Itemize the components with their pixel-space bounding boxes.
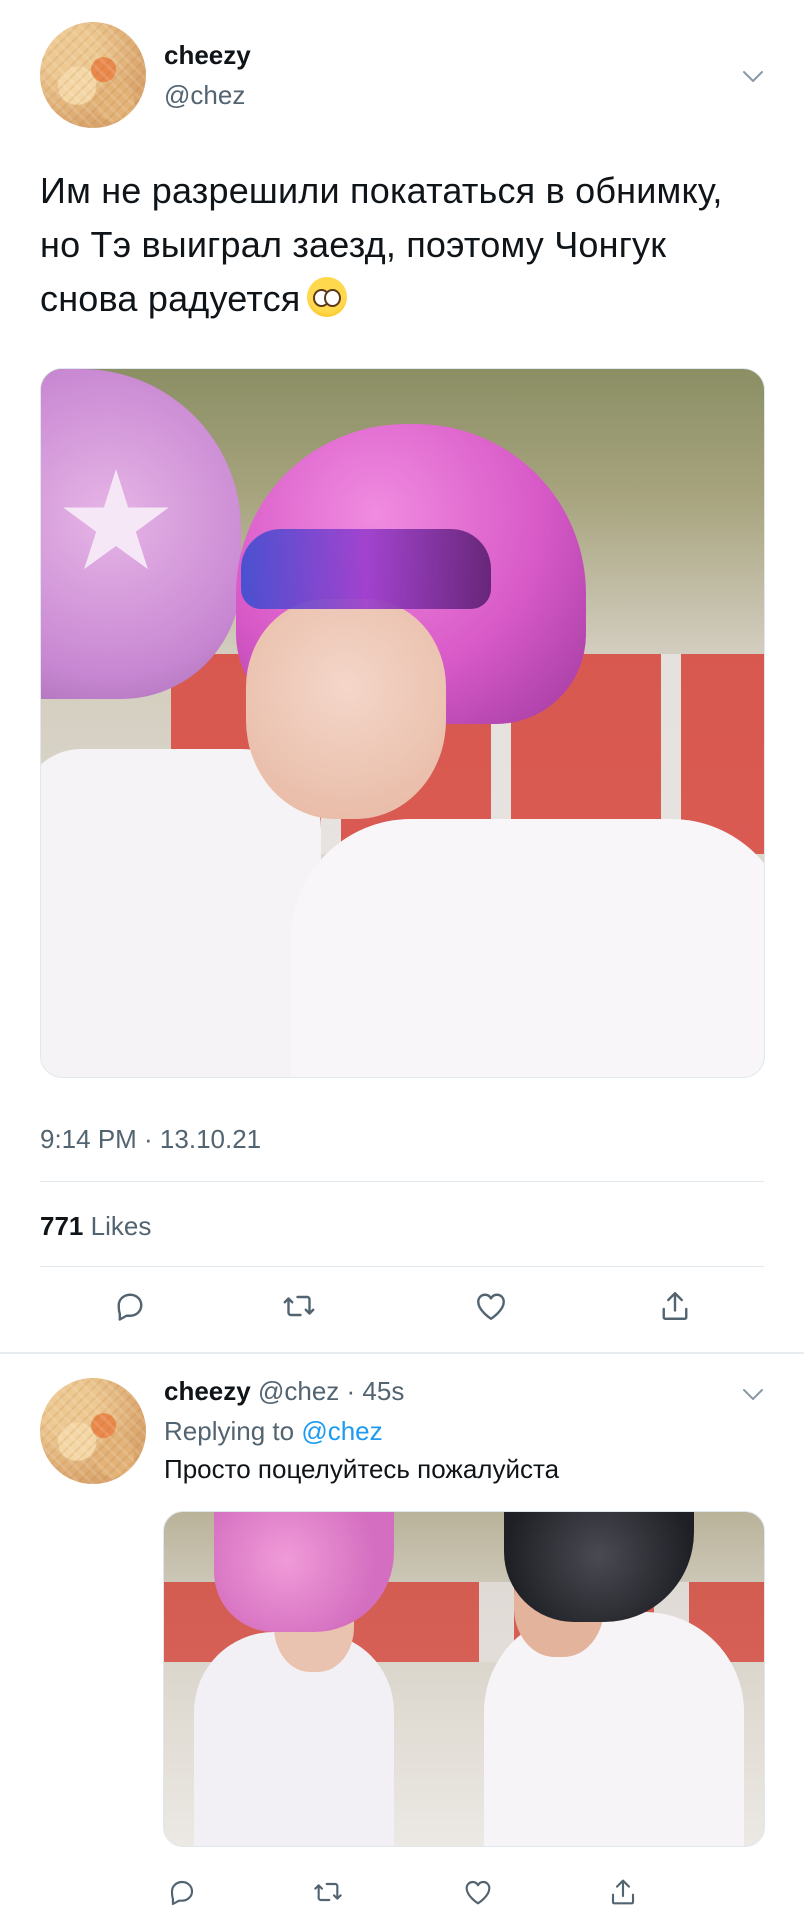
like-icon[interactable] (458, 1872, 498, 1912)
likes-count[interactable]: 771 Likes (40, 1211, 151, 1242)
retweet-icon[interactable] (279, 1286, 319, 1326)
chevron-down-icon[interactable] (742, 1388, 764, 1402)
likes-label: Likes (90, 1211, 152, 1241)
divider (40, 1181, 764, 1182)
reply-time: · 45s (346, 1376, 405, 1406)
replying-to-mention[interactable]: @chez (301, 1416, 382, 1446)
divider (40, 1266, 764, 1267)
reply-header: cheezy @chez · 45s (164, 1376, 404, 1407)
chevron-down-icon[interactable] (742, 70, 764, 84)
reply-media-image[interactable] (163, 1511, 765, 1847)
tweet-timestamp[interactable]: 9:14 PM · 13.10.21 (40, 1124, 261, 1155)
share-icon[interactable] (603, 1872, 643, 1912)
replying-to-label: Replying to (164, 1416, 295, 1446)
reply-action-bar (0, 1872, 804, 1920)
left-shirt-shape (41, 749, 321, 1077)
person-right-shape (484, 1612, 744, 1846)
replying-to: Replying to @chez (164, 1416, 383, 1447)
reply-icon[interactable] (162, 1872, 202, 1912)
main-tweet: cheezy @chez Им не разрешили покататься … (0, 0, 804, 1352)
main-action-bar (0, 1286, 804, 1336)
tweet-text: Им не разрешили покататься в обнимку, но… (40, 164, 760, 326)
author-name[interactable]: cheezy (164, 40, 251, 71)
reply-author-name[interactable]: cheezy (164, 1376, 251, 1406)
share-icon[interactable] (655, 1286, 695, 1326)
reply-author-handle[interactable]: @chez (258, 1376, 339, 1406)
reply-tweet[interactable]: cheezy @chez · 45s Replying to @chez Про… (0, 1354, 804, 1920)
reply-text: Просто поцелуйтесь пожалуйста (164, 1454, 560, 1484)
white-shirt-shape (291, 819, 764, 1077)
author-avatar[interactable] (40, 22, 146, 128)
reply-author-avatar[interactable] (40, 1378, 146, 1484)
like-icon[interactable] (471, 1286, 511, 1326)
likes-number: 771 (40, 1211, 84, 1241)
tweet-media-image[interactable] (40, 368, 765, 1078)
left-helmet-shape (41, 369, 241, 699)
reply-icon[interactable] (110, 1286, 150, 1326)
visor-shape (241, 529, 491, 609)
pleading-face-icon (306, 277, 347, 317)
tweet-text-content: Им не разрешили покататься в обнимку, но… (40, 170, 723, 319)
face-shape (246, 599, 446, 819)
retweet-icon[interactable] (308, 1872, 348, 1912)
author-handle[interactable]: @chez (164, 80, 245, 111)
